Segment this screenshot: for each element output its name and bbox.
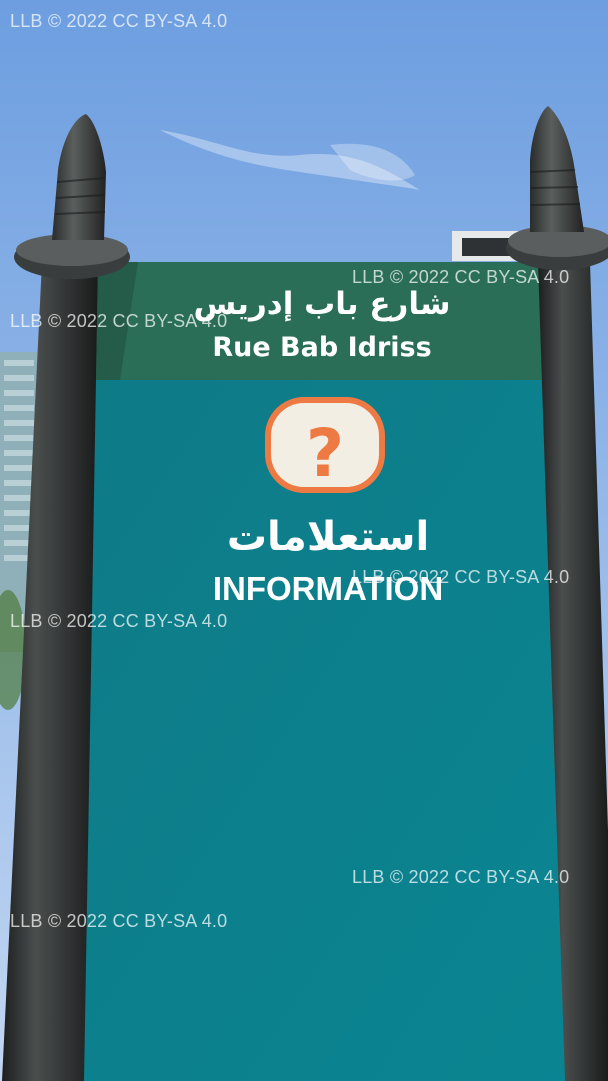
watermark: LLB © 2022 CC BY-SA 4.0 — [10, 311, 228, 331]
watermark: LLB © 2022 CC BY-SA 4.0 — [10, 611, 228, 631]
street-name-latin: Rue Bab Idriss — [212, 332, 431, 363]
watermark: LLB © 2022 CC BY-SA 4.0 — [352, 567, 570, 587]
street-name-arabic: شارع باب إدريس — [193, 286, 450, 322]
info-label-arabic: استعلامات — [227, 514, 429, 560]
watermark: LLB © 2022 CC BY-SA 4.0 — [10, 11, 228, 31]
watermark: LLB © 2022 CC BY-SA 4.0 — [352, 267, 570, 287]
watermark: LLB © 2022 CC BY-SA 4.0 — [352, 867, 570, 887]
question-mark-glyph: ? — [306, 415, 344, 492]
question-mark-icon: ? — [265, 397, 385, 493]
watermark: LLB © 2022 CC BY-SA 4.0 — [10, 911, 228, 931]
sign-panel — [64, 262, 608, 1081]
